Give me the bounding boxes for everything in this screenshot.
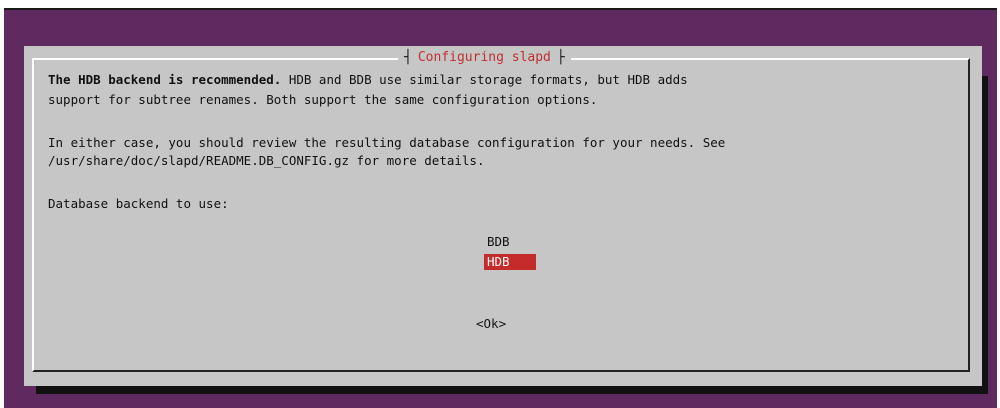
paragraph1-line1: The HDB backend is recommended. HDB and … xyxy=(48,72,688,88)
title-bracket-right-icon: ├ xyxy=(556,50,565,65)
recommendation-text: The HDB backend is recommended. xyxy=(48,72,282,87)
option-hdb-selected[interactable]: HDB xyxy=(484,254,536,270)
top-edge-line xyxy=(4,8,997,10)
paragraph1-line2: support for subtree renames. Both suppor… xyxy=(48,92,598,107)
option-bdb[interactable]: BDB xyxy=(484,234,536,250)
paragraph2-line2: /usr/share/doc/slapd/README.DB_CONFIG.gz… xyxy=(48,153,485,168)
paragraph1-line1-rest: HDB and BDB use similar storage formats,… xyxy=(281,72,688,87)
ok-button[interactable]: <Ok> xyxy=(476,316,506,332)
dialog-title: ┤ Configuring slapd ├ xyxy=(398,50,571,66)
paragraph2-line1: In either case, you should review the re… xyxy=(48,135,726,150)
title-bracket-left-icon: ┤ xyxy=(404,50,412,65)
dialog-title-text: Configuring slapd xyxy=(417,50,551,65)
backend-prompt: Database backend to use: xyxy=(48,196,229,211)
